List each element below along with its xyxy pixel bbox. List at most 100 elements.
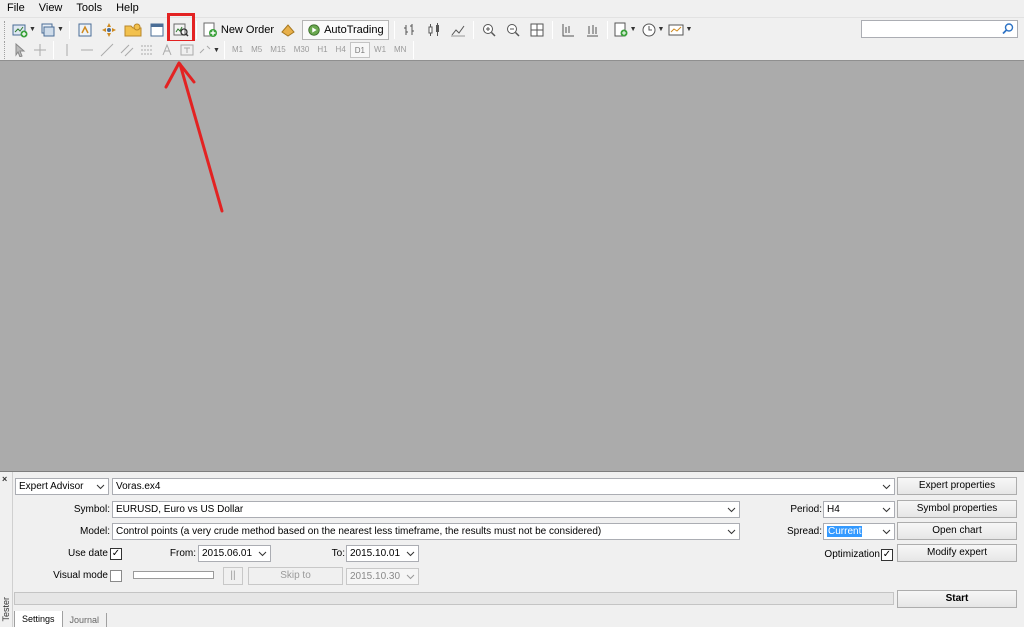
horizontal-line-icon	[81, 49, 93, 51]
zoom-out-icon	[506, 23, 520, 37]
fibonacci-button[interactable]	[138, 42, 156, 58]
zoom-in-icon	[482, 23, 496, 37]
tester-sidebar: × Tester	[0, 472, 13, 627]
menu-view[interactable]: View	[32, 0, 70, 17]
timeframe-m5[interactable]: M5	[247, 42, 266, 58]
auto-scroll-button[interactable]	[582, 20, 602, 40]
tester-type-select[interactable]: Expert Advisor	[15, 478, 109, 495]
period-label: Period:	[790, 504, 822, 515]
menu-help[interactable]: Help	[109, 0, 146, 17]
visual-speed-slider[interactable]	[133, 571, 214, 579]
terminal-button[interactable]	[147, 20, 167, 40]
data-window-button[interactable]	[123, 20, 143, 40]
spread-select[interactable]: Current	[823, 523, 895, 540]
market-watch-icon	[78, 23, 92, 36]
from-date-input[interactable]: 2015.06.01	[198, 545, 271, 562]
autotrading-label: AutoTrading	[324, 23, 384, 36]
timeframe-m30[interactable]: M30	[290, 42, 314, 58]
zoom-out-button[interactable]	[503, 20, 523, 40]
from-date-value: 2015.06.01	[202, 548, 253, 559]
cursor-button[interactable]	[11, 42, 29, 58]
text-label-button[interactable]	[178, 42, 196, 58]
expert-properties-button[interactable]: Expert properties	[897, 477, 1017, 495]
timeframe-mn[interactable]: MN	[390, 42, 410, 58]
chevron-down-icon: ▼	[685, 26, 693, 33]
symbol-select[interactable]: EURUSD, Euro vs US Dollar	[112, 501, 740, 518]
use-date-checkbox[interactable]: ✓	[110, 548, 122, 560]
templates-button[interactable]: ▼	[668, 20, 692, 40]
expert-select[interactable]: Voras.ex4	[112, 478, 895, 495]
trendline-button[interactable]	[98, 42, 116, 58]
arrows-button[interactable]: ▼	[198, 42, 220, 58]
vertical-line-button[interactable]	[58, 42, 76, 58]
timeframe-m1[interactable]: M1	[228, 42, 247, 58]
indicators-button[interactable]: ▼	[613, 20, 637, 40]
new-order-button[interactable]: New Order	[202, 20, 274, 40]
menu-tools[interactable]: Tools	[69, 0, 109, 17]
chevron-down-icon	[724, 524, 739, 539]
line-chart-button[interactable]	[448, 20, 468, 40]
metaeditor-button[interactable]	[278, 20, 298, 40]
use-date-label: Use date	[67, 548, 108, 559]
close-icon[interactable]: ×	[2, 474, 7, 484]
toolbar-grip[interactable]	[4, 41, 7, 59]
cursor-icon	[15, 43, 26, 57]
toolbar-separator	[393, 20, 395, 39]
tab-journal[interactable]: Journal	[63, 613, 108, 627]
crosshair-button[interactable]	[31, 42, 49, 58]
to-label: To:	[331, 548, 345, 559]
chevron-down-icon	[879, 479, 894, 494]
periods-button[interactable]: ▼	[641, 20, 664, 40]
profiles-icon	[41, 23, 55, 36]
equidistant-channel-button[interactable]	[118, 42, 136, 58]
model-value: Control points (a very crude method base…	[116, 526, 602, 537]
tile-windows-icon	[530, 23, 544, 36]
skip-to-date-input[interactable]: 2015.10.30	[346, 568, 419, 585]
visual-mode-checkbox[interactable]	[110, 570, 122, 582]
strategy-tester-button[interactable]	[166, 12, 195, 43]
optimization-checkbox[interactable]: ✓	[881, 549, 893, 561]
chevron-down-icon	[403, 546, 418, 561]
toolbar-separator	[551, 20, 553, 39]
chart-workspace[interactable]	[0, 60, 1024, 471]
to-date-value: 2015.10.01	[350, 548, 401, 559]
zoom-in-button[interactable]	[479, 20, 499, 40]
fibonacci-icon	[141, 45, 153, 55]
timeframe-m15[interactable]: M15	[266, 42, 290, 58]
market-watch-button[interactable]	[75, 20, 95, 40]
profiles-button[interactable]: ▼	[40, 20, 64, 40]
navigator-button[interactable]	[99, 20, 119, 40]
tile-windows-button[interactable]	[527, 20, 547, 40]
vertical-line-icon	[66, 44, 68, 56]
chart-shift-button[interactable]	[558, 20, 578, 40]
toolbar-grip[interactable]	[4, 20, 7, 39]
menu-file[interactable]: File	[0, 0, 32, 17]
search-input[interactable]: 5	[861, 20, 1018, 38]
search-icon[interactable]	[1001, 22, 1015, 36]
tab-settings[interactable]: Settings	[14, 611, 63, 627]
toolbar-separator	[413, 41, 415, 59]
timeframe-h1[interactable]: H1	[313, 42, 331, 58]
open-chart-button[interactable]: Open chart	[897, 522, 1017, 540]
horizontal-line-button[interactable]	[78, 42, 96, 58]
timeframe-d1[interactable]: D1	[349, 42, 371, 58]
skip-to-button[interactable]: Skip to	[248, 567, 343, 585]
timeframe-h4[interactable]: H4	[332, 42, 350, 58]
pause-button[interactable]: ||	[223, 567, 243, 585]
candlestick-button[interactable]	[424, 20, 444, 40]
new-chart-button[interactable]: ▼	[12, 20, 36, 40]
test-progress-bar	[14, 592, 894, 605]
symbol-properties-button[interactable]: Symbol properties	[897, 500, 1017, 518]
tester-panel-label: Tester	[1, 597, 11, 622]
text-button[interactable]	[158, 42, 176, 58]
period-select[interactable]: H4	[823, 501, 895, 518]
toolbar-separator	[68, 20, 70, 39]
modify-expert-button[interactable]: Modify expert	[897, 544, 1017, 562]
model-select[interactable]: Control points (a very crude method base…	[112, 523, 740, 540]
start-button[interactable]: Start	[897, 590, 1017, 608]
bar-chart-icon	[403, 23, 414, 35]
bar-chart-button[interactable]	[400, 20, 420, 40]
to-date-input[interactable]: 2015.10.01	[346, 545, 419, 562]
autotrading-button[interactable]: AutoTrading	[302, 19, 389, 40]
timeframe-w1[interactable]: W1	[370, 42, 390, 58]
